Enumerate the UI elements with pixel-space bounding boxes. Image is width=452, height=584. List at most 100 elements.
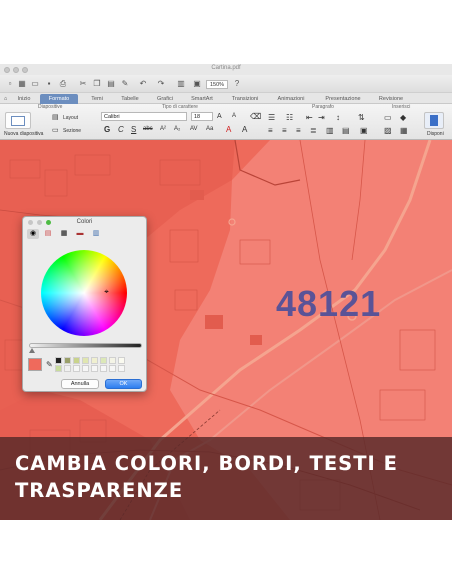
align-text-icon[interactable]: ▤ — [342, 126, 350, 135]
crayons-icon[interactable]: ▥ — [90, 229, 102, 239]
ribbon-tab-bar: ⌂ Inizio Formato Temi Tabelle Grafici Sm… — [0, 93, 452, 104]
brightness-slider[interactable] — [29, 343, 142, 348]
cut-icon[interactable]: ✂ — [78, 79, 88, 89]
cancel-button[interactable]: Annulla — [61, 379, 99, 389]
underline-icon[interactable]: S — [131, 125, 136, 134]
char-spacing-icon[interactable]: AV — [190, 126, 198, 132]
tab-tabelle[interactable]: Tabelle — [114, 94, 146, 104]
theme-colors-icon[interactable]: ▦ — [400, 126, 408, 135]
tab-inizio[interactable]: Inizio — [10, 94, 38, 104]
saved-color-swatch[interactable] — [109, 365, 116, 372]
columns-icon[interactable]: ▥ — [326, 126, 334, 135]
font-color-icon[interactable]: A — [226, 125, 231, 134]
saved-color-swatch[interactable] — [118, 365, 125, 372]
paste-icon[interactable]: ▤ — [106, 79, 116, 89]
saved-color-swatch[interactable] — [82, 365, 89, 372]
color-wheel-icon[interactable]: ◉ — [27, 229, 39, 239]
strikethrough-icon[interactable]: abc — [143, 126, 153, 132]
font-name-field[interactable]: Calibri — [101, 112, 187, 121]
grow-font-icon[interactable]: A — [217, 113, 222, 120]
color-wheel[interactable] — [41, 250, 127, 336]
align-center-icon[interactable]: ≡ — [282, 126, 287, 135]
superscript-icon[interactable]: A² — [160, 126, 166, 132]
help-icon[interactable]: ? — [232, 79, 242, 89]
saved-color-swatch[interactable] — [100, 365, 107, 372]
shrink-font-icon[interactable]: A — [232, 113, 236, 119]
bold-icon[interactable]: G — [104, 125, 110, 134]
save-icon[interactable]: ▪ — [44, 79, 54, 89]
templates-icon[interactable]: ▦ — [17, 79, 27, 89]
saved-color-swatch[interactable] — [100, 357, 107, 364]
change-case-icon[interactable]: Aa — [206, 126, 213, 132]
subscript-icon[interactable]: A₂ — [174, 126, 180, 132]
promo-banner: CAMBIA COLORI, BORDI, TESTI E TRASPARENZ… — [0, 437, 452, 520]
section-button[interactable]: Sezione — [63, 128, 81, 134]
tab-transizioni[interactable]: Transizioni — [224, 94, 266, 104]
promo-banner-text: CAMBIA COLORI, BORDI, TESTI E TRASPARENZ… — [15, 452, 398, 502]
brightness-slider-knob[interactable] — [29, 348, 35, 353]
saved-color-swatch[interactable] — [55, 365, 62, 372]
print-icon[interactable]: ⎙ — [58, 79, 68, 89]
tab-presentazione[interactable]: Presentazione — [318, 94, 368, 104]
media-icon[interactable]: ▣ — [192, 79, 202, 89]
saved-color-swatch[interactable] — [118, 357, 125, 364]
italic-icon[interactable]: C — [118, 125, 124, 134]
shape-icon[interactable]: ◆ — [400, 113, 406, 122]
tab-grafici[interactable]: Grafici — [150, 94, 180, 104]
saved-color-swatch[interactable] — [109, 357, 116, 364]
section-icon: ▭ — [52, 127, 59, 134]
smartart-convert-icon[interactable]: ▣ — [360, 126, 368, 135]
text-box-icon[interactable]: ▭ — [384, 113, 392, 122]
image-palettes-icon[interactable]: ▬ — [74, 229, 86, 239]
zoom-field[interactable]: 150% — [206, 80, 228, 89]
redo-icon[interactable]: ↷ — [156, 79, 166, 89]
color-palettes-icon[interactable]: ▦ — [58, 229, 70, 239]
layout-button[interactable]: Layout — [63, 115, 78, 121]
numbering-icon[interactable]: ☷ — [286, 113, 293, 122]
decrease-indent-icon[interactable]: ⇤ — [306, 113, 313, 122]
increase-indent-icon[interactable]: ⇥ — [318, 113, 325, 122]
saved-color-swatch[interactable] — [55, 357, 62, 364]
saved-color-swatch[interactable] — [82, 357, 89, 364]
open-folder-icon[interactable]: ▭ — [30, 79, 40, 89]
tab-formato[interactable]: Formato — [40, 94, 78, 104]
home-icon[interactable]: ⌂ — [2, 94, 9, 104]
bullets-icon[interactable]: ☰ — [268, 113, 275, 122]
highlight-icon[interactable]: A — [242, 125, 247, 134]
document-title: Cartina.pdf — [211, 65, 241, 71]
clear-format-icon[interactable]: ⌫ — [250, 112, 261, 121]
ok-button[interactable]: OK — [105, 379, 142, 389]
saved-color-swatch[interactable] — [64, 365, 71, 372]
eyedropper-icon[interactable]: ✎ — [46, 360, 53, 370]
color-picker-modes: ◉ ▤ ▦ ▬ ▥ — [26, 229, 145, 240]
arrange-icon — [430, 115, 438, 126]
new-document-icon[interactable]: ▫ — [5, 79, 15, 89]
tab-animazioni[interactable]: Animazioni — [270, 94, 312, 104]
postcode-label: 48121 — [276, 283, 382, 324]
color-sliders-icon[interactable]: ▤ — [42, 229, 54, 239]
tab-temi[interactable]: Temi — [82, 94, 112, 104]
line-spacing-icon[interactable]: ↕ — [336, 113, 340, 122]
new-slide-button[interactable] — [5, 112, 31, 129]
tab-smartart[interactable]: SmartArt — [184, 94, 220, 104]
saved-color-swatch[interactable] — [73, 357, 80, 364]
justify-icon[interactable]: ≣ — [310, 126, 317, 135]
copy-icon[interactable]: ❐ — [92, 79, 102, 89]
arrange-button[interactable] — [424, 112, 444, 129]
saved-color-swatch[interactable] — [73, 365, 80, 372]
picture-icon[interactable]: ▨ — [384, 126, 392, 135]
color-wheel-cursor[interactable]: ⌖ — [103, 288, 110, 296]
saved-color-swatch[interactable] — [64, 357, 71, 364]
saved-color-swatch[interactable] — [91, 365, 98, 372]
align-right-icon[interactable]: ≡ — [296, 126, 301, 135]
gallery-icon[interactable]: ▥ — [176, 79, 186, 89]
undo-icon[interactable]: ↶ — [138, 79, 148, 89]
slide-icon — [11, 116, 25, 126]
font-size-field[interactable]: 18 — [191, 112, 213, 121]
tab-revisione[interactable]: Revisione — [372, 94, 410, 104]
align-left-icon[interactable]: ≡ — [268, 126, 273, 135]
text-direction-icon[interactable]: ⇅ — [358, 113, 365, 122]
format-painter-icon[interactable]: ✎ — [120, 79, 130, 89]
group-label-tipo-carattere: Tipo di carattere — [162, 104, 198, 110]
saved-color-swatch[interactable] — [91, 357, 98, 364]
